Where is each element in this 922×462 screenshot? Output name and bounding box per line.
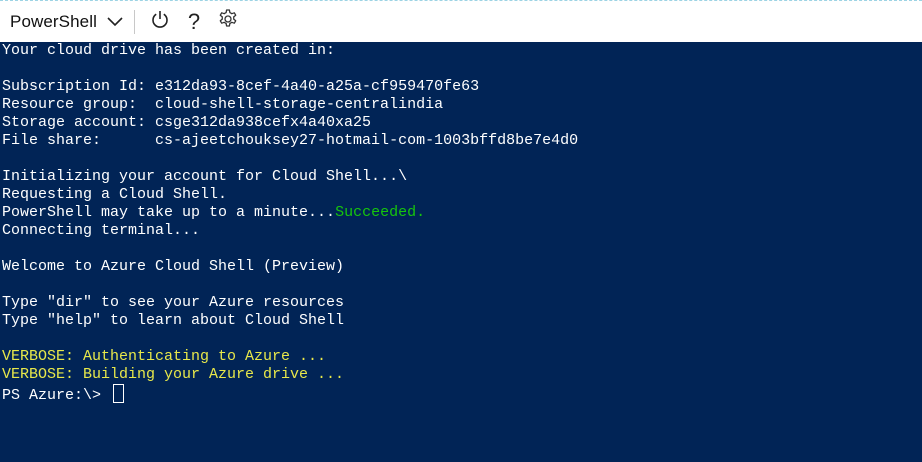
terminal-line: Requesting a Cloud Shell. (2, 186, 228, 203)
terminal-line: Type "dir" to see your Azure resources (2, 294, 345, 311)
text-cursor (113, 384, 125, 403)
succeeded-text: Succeeded. (335, 204, 426, 221)
status-text: PowerShell may take up to a minute... (2, 204, 336, 221)
chevron-down-icon (106, 13, 124, 31)
prompt-text: PS Azure:\> (2, 387, 111, 404)
terminal-output[interactable]: Your cloud drive has been created in: Su… (0, 42, 922, 462)
terminal-line: Storage account: csge312da938cefx4a40xa2… (2, 114, 372, 131)
prompt-line[interactable]: PS Azure:\> (2, 384, 922, 404)
shell-type-dropdown[interactable]: PowerShell (0, 1, 132, 42)
terminal-line: File share: cs-ajeetchouksey27-hotmail-c… (2, 132, 579, 149)
settings-button[interactable] (211, 5, 245, 39)
terminal-line: Resource group: cloud-shell-storage-cent… (2, 96, 444, 113)
terminal-line: Type "help" to learn about Cloud Shell (2, 312, 345, 329)
help-icon: ? (187, 8, 201, 34)
terminal-line: Welcome to Azure Cloud Shell (Preview) (2, 258, 345, 275)
power-icon (150, 9, 170, 34)
help-button[interactable]: ? (177, 5, 211, 39)
restart-button[interactable] (143, 5, 177, 39)
terminal-line: Connecting terminal... (2, 222, 201, 239)
gear-icon (217, 8, 239, 35)
terminal-line-status: PowerShell may take up to a minute...Suc… (2, 204, 922, 222)
cloud-shell-window: PowerShell ? Your cloud drive has been c… (0, 0, 922, 462)
terminal-line: Subscription Id: e312da93-8cef-4a40-a25a… (2, 78, 480, 95)
shell-type-label: PowerShell (10, 11, 97, 31)
toolbar: PowerShell ? (0, 0, 922, 42)
terminal-line: Your cloud drive has been created in: (2, 42, 336, 59)
toolbar-divider (134, 9, 135, 34)
terminal-line: Initializing your account for Cloud Shel… (2, 168, 408, 185)
verbose-line: VERBOSE: Authenticating to Azure ... (2, 348, 327, 365)
verbose-line: VERBOSE: Building your Azure drive ... (2, 366, 345, 383)
